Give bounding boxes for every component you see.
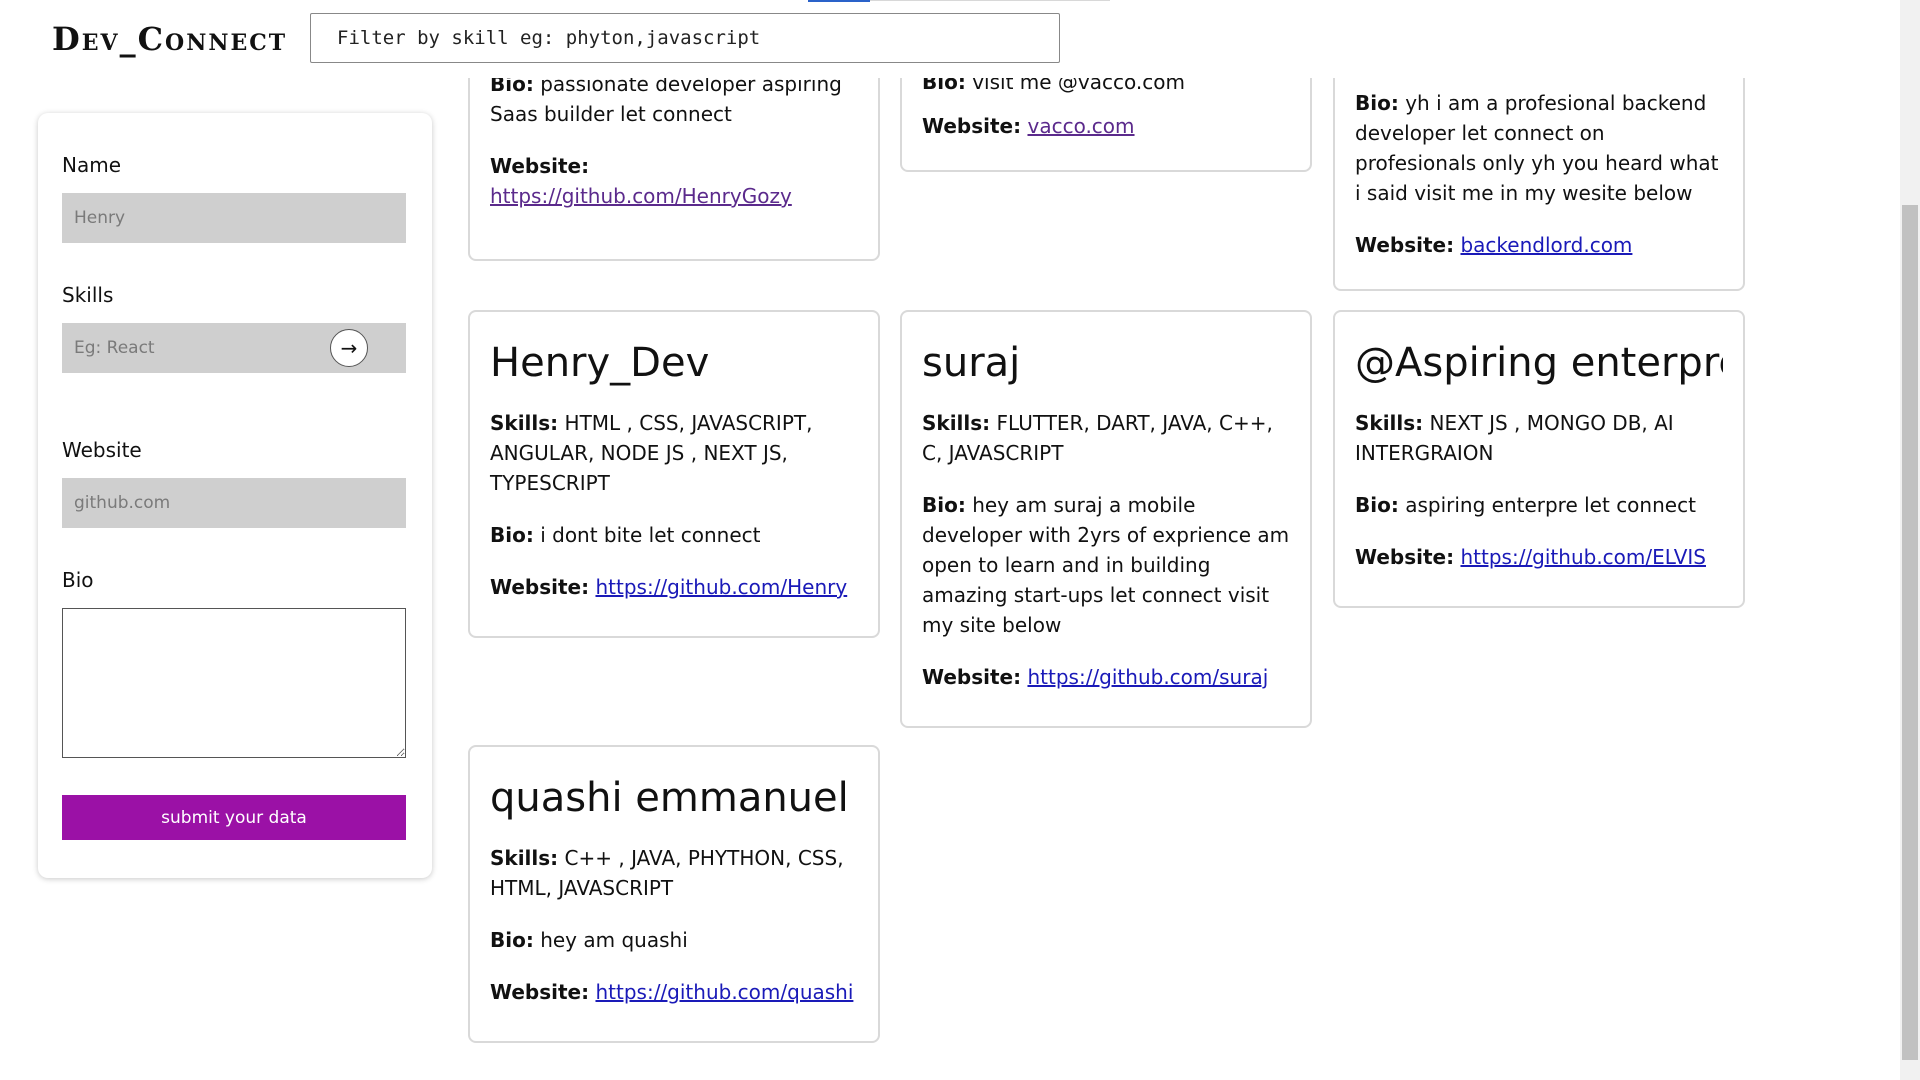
card-bio: Bio: aspiring enterpre let connect — [1355, 493, 1696, 517]
card-website: Website: https://github.com/HenryGozy — [490, 154, 792, 208]
website-link[interactable]: backendlord.com — [1460, 233, 1632, 257]
arrow-right-icon: → — [340, 336, 358, 360]
bio-label: Bio — [62, 568, 94, 592]
card-bio: Bio: hey am suraj a mobile developer wit… — [922, 493, 1290, 637]
profile-card: @Aspiring enterpre Skills: NEXT JS , MON… — [1333, 310, 1745, 608]
card-name: Henry_Dev — [490, 340, 710, 386]
card-bio: Bio: yh i am a profesional backend devel… — [1355, 91, 1719, 205]
bio-textarea[interactable] — [62, 608, 406, 758]
name-label: Name — [62, 153, 122, 177]
website-link[interactable]: https://github.com/ELVIS — [1460, 545, 1706, 569]
website-link[interactable]: vacco.com — [1027, 114, 1134, 138]
skills-label: Skills — [62, 283, 114, 307]
add-skill-button[interactable]: → — [330, 329, 368, 367]
website-link[interactable]: https://github.com/Henry — [595, 575, 847, 599]
card-website: Website: backendlord.com — [1355, 233, 1633, 257]
card-name: @Aspiring enterpre — [1355, 340, 1723, 386]
card-name: quashi emmanuel — [490, 775, 849, 821]
card-name: suraj — [922, 340, 1021, 386]
website-label: Website — [62, 438, 142, 462]
card-bio: Bio: hey am quashi — [490, 928, 688, 952]
page-scrollbar[interactable] — [1900, 0, 1920, 1080]
profile-card: quashi emmanuel Skills: C++ , JAVA, PHYT… — [468, 745, 880, 1043]
card-skills: Skills: HTML , CSS, JAVASCRIPT, ANGULAR,… — [490, 411, 813, 495]
profile-card: Henry_Dev Skills: HTML , CSS, JAVASCRIPT… — [468, 310, 880, 638]
website-input[interactable] — [62, 478, 406, 528]
submit-button[interactable]: submit your data — [62, 795, 406, 840]
card-website: Website: https://github.com/ELVIS — [1355, 545, 1706, 569]
top-accent-line — [870, 0, 1110, 1]
website-link[interactable]: https://github.com/quashi — [595, 980, 853, 1004]
card-bio: Bio: i dont bite let connect — [490, 523, 761, 547]
card-website: Website: vacco.com — [922, 114, 1135, 138]
card-skills: Skills: NEXT JS , MONGO DB, AI INTERGRAI… — [1355, 411, 1674, 465]
card-website: Website: https://github.com/quashi — [490, 980, 854, 1004]
card-website: Website: https://github.com/suraj — [922, 665, 1269, 689]
card-skills: Skills: C++ , JAVA, PHYTHON, CSS, HTML, … — [490, 846, 844, 900]
website-link[interactable]: https://github.com/HenryGozy — [490, 184, 792, 208]
card-website: Website: https://github.com/Henry — [490, 575, 848, 599]
skill-filter-input[interactable] — [310, 13, 1060, 63]
profile-card: suraj Skills: FLUTTER, DART, JAVA, C++, … — [900, 310, 1312, 728]
card-bio: Bio: passionate developer aspiring Saas … — [490, 72, 842, 126]
top-accent-bar — [808, 0, 870, 2]
scrollbar-thumb[interactable] — [1902, 205, 1918, 1060]
card-skills: Skills: FLUTTER, DART, JAVA, C++, C, JAV… — [922, 411, 1273, 465]
name-input[interactable] — [62, 193, 406, 243]
website-link[interactable]: https://github.com/suraj — [1027, 665, 1268, 689]
app-logo[interactable]: Dev_Connect — [52, 20, 287, 58]
